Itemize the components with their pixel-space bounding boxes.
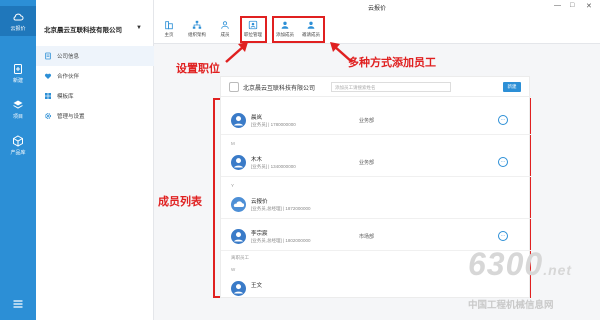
- app-logo[interactable]: 云报价: [0, 6, 36, 36]
- group-label: Y: [231, 183, 235, 188]
- heart-icon: [44, 72, 52, 80]
- leftnav-item-label: 产品库: [10, 149, 26, 156]
- avatar: [231, 155, 246, 170]
- company-logo: [229, 82, 239, 92]
- avatar: [231, 113, 246, 128]
- maximize-button[interactable]: □: [570, 2, 574, 9]
- leftnav-item-new[interactable]: 新建: [0, 58, 36, 88]
- menu-item-label: 模板库: [57, 94, 74, 100]
- cloud-icon: [13, 13, 24, 20]
- hamburger-icon[interactable]: [12, 298, 24, 310]
- annotation-member-list: 成员列表: [158, 196, 202, 208]
- avatar: [231, 229, 246, 244]
- watermark-text: 中国工程机械信息网: [468, 300, 554, 311]
- member-dept: 市场部: [359, 234, 375, 240]
- more-button[interactable]: ···: [498, 231, 508, 241]
- menu-item-management[interactable]: 管理与设置: [36, 106, 154, 126]
- annotation-set-position: 设置职位: [176, 63, 220, 75]
- org-icon: [192, 20, 202, 29]
- more-button[interactable]: ···: [498, 115, 508, 125]
- avatar: [231, 197, 246, 212]
- leftnav-item-project[interactable]: 项目: [0, 94, 36, 124]
- watermark-number-suffix: .net: [543, 262, 573, 278]
- member-name: 云报价: [251, 199, 268, 205]
- company-switch-caret[interactable]: ▼: [136, 25, 142, 31]
- close-button[interactable]: ✕: [586, 2, 592, 10]
- menu-item-partners[interactable]: 合作伙伴: [36, 66, 154, 86]
- member-name: 晨岚: [251, 115, 263, 121]
- group-label: M: [231, 141, 235, 146]
- settings-panel: 北京晨云互联科技有限公司 ▼ 公司信息 合作伙伴 模板库 管理与设置: [36, 0, 154, 320]
- tab-members[interactable]: 成员: [214, 17, 236, 41]
- leftnav-item-label: 项目: [12, 113, 23, 120]
- minimize-button[interactable]: —: [554, 2, 561, 9]
- menu-item-label: 公司信息: [57, 54, 80, 60]
- group-label: 离职员工: [231, 255, 249, 260]
- gear-icon: [44, 112, 52, 120]
- member-row[interactable]: 云报价 [业务员,总经理] | 1872000000: [221, 191, 531, 219]
- group-label: W: [231, 267, 236, 272]
- plus-doc-icon: [14, 63, 22, 74]
- watermark-number-main: 6300: [468, 246, 544, 282]
- person-icon: [221, 21, 229, 29]
- member-name: 李宗宸: [251, 231, 268, 237]
- arrow-to-position: [225, 42, 248, 63]
- member-name: 木木: [251, 157, 263, 163]
- menu-item-label: 管理与设置: [57, 114, 85, 120]
- leftnav-item-product-library[interactable]: 产品库: [0, 130, 36, 160]
- layers-icon: [13, 100, 23, 109]
- member-role: [业务员,总经理] | 1872000000: [251, 206, 311, 211]
- member-role: [业务员] | 1340000000: [251, 164, 296, 169]
- doc-icon: [44, 52, 52, 60]
- tab-label: 成员: [220, 32, 230, 37]
- annotation-add-staff: 多种方式添加员工: [348, 57, 436, 69]
- highlight-add-members: [272, 16, 325, 43]
- member-role: [业务员,总经理] | 1802000000: [251, 238, 311, 243]
- more-button[interactable]: ···: [498, 157, 508, 167]
- box-icon: [13, 134, 23, 147]
- toolbar: 主页 组织架构 成员 职位管理 添加成员 邀请成员: [154, 14, 600, 44]
- tab-label: 主页: [164, 32, 174, 37]
- title-bar: 云报价 — □ ✕: [154, 0, 600, 14]
- new-button[interactable]: 新建: [503, 82, 521, 92]
- member-row[interactable]: 晨岚 [业务员] | 1780000000 业务部 ···: [221, 107, 531, 135]
- menu-item-company-info[interactable]: 公司信息: [36, 46, 154, 66]
- tab-org-structure[interactable]: 组织架构: [186, 17, 208, 41]
- building-icon: [165, 21, 173, 30]
- left-nav: 云报价 新建 项目 产品库: [0, 0, 36, 320]
- menu-item-label: 合作伙伴: [57, 74, 80, 80]
- member-dept: 业务部: [359, 160, 375, 166]
- highlight-position-management: [240, 16, 267, 43]
- search-input[interactable]: 添加员工请搜索姓名: [331, 82, 451, 92]
- company-header: 北京晨云互联科技有限公司 添加员工请搜索姓名 新建: [221, 77, 531, 97]
- menu-item-templates[interactable]: 模板库: [36, 86, 154, 106]
- window-title: 云报价: [367, 6, 386, 12]
- avatar: [231, 281, 246, 296]
- leftnav-item-label: 新建: [12, 77, 23, 84]
- tab-label: 组织架构: [188, 32, 206, 37]
- member-name: 王文: [251, 283, 263, 289]
- watermark-number: 6300.net: [468, 246, 572, 283]
- member-row[interactable]: 木木 [业务员] | 1340000000 业务部 ···: [221, 149, 531, 177]
- panel-menu: 公司信息 合作伙伴 模板库 管理与设置: [36, 46, 154, 126]
- content-company-name: 北京晨云互联科技有限公司: [243, 86, 316, 92]
- tab-home[interactable]: 主页: [158, 17, 180, 41]
- grid-icon: [44, 92, 52, 100]
- member-role: [业务员] | 1780000000: [251, 122, 296, 127]
- app-logo-label: 云报价: [10, 25, 26, 32]
- member-dept: 业务部: [359, 118, 375, 124]
- company-name: 北京晨云互联科技有限公司: [44, 27, 122, 34]
